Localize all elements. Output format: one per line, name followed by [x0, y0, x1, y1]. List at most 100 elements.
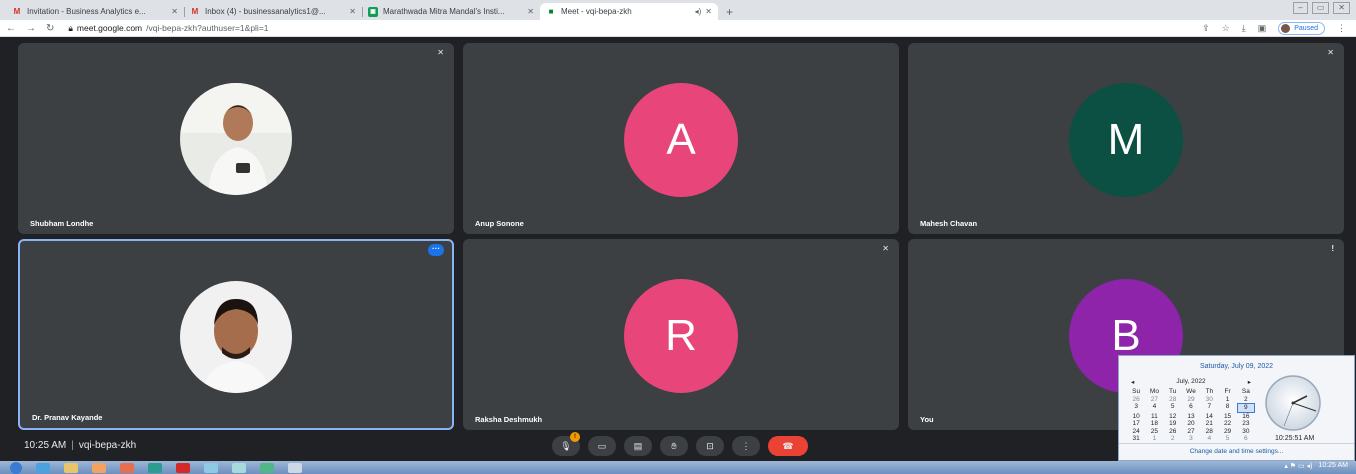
restore-icon[interactable]: ▭: [1311, 2, 1330, 14]
close-icon[interactable]: ✕: [705, 7, 712, 16]
firefox-icon[interactable]: [120, 462, 134, 473]
calendar-day[interactable]: 10: [1127, 413, 1145, 421]
minimize-icon[interactable]: ‒: [1293, 2, 1308, 14]
url-field[interactable]: 🔒︎ meet.google.com/vqi-bepa-zkh?authuser…: [68, 23, 268, 34]
calendar-day[interactable]: 30: [1200, 396, 1218, 404]
calendar-day[interactable]: 17: [1127, 420, 1145, 428]
calendar-day[interactable]: 23: [1237, 420, 1255, 428]
calendar-day[interactable]: 14: [1200, 413, 1218, 421]
participant-tile[interactable]: ✕ Shubham Londhe: [18, 43, 454, 234]
calendar-day[interactable]: 4: [1200, 435, 1218, 443]
more-options-button[interactable]: ⋮: [732, 436, 760, 456]
browser-tab-active[interactable]: ■ Meet - vqi-bepa-zkh ◂) ✕: [540, 3, 718, 20]
bookmark-star-icon[interactable]: ☆: [1222, 23, 1230, 34]
browser-tab[interactable]: M Inbox (4) - businessanalytics1@... ✕: [184, 3, 362, 20]
calendar-day[interactable]: 6: [1182, 403, 1200, 413]
calendar-day[interactable]: 8: [1218, 403, 1236, 413]
app-icon[interactable]: [204, 462, 218, 473]
meeting-info: 10:25 AM | vqi-bepa-zkh: [24, 440, 136, 451]
calendar-day[interactable]: 21: [1200, 420, 1218, 428]
download-icon[interactable]: ⤓: [1242, 23, 1246, 34]
app-icon[interactable]: [176, 462, 190, 473]
taskbar-clock[interactable]: 10:25 AM: [1318, 462, 1348, 470]
close-icon[interactable]: ✕: [349, 7, 356, 16]
calendar-day[interactable]: 18: [1145, 420, 1163, 428]
calendar-month[interactable]: July, 2022: [1176, 378, 1205, 386]
calendar-day[interactable]: 2: [1164, 435, 1182, 443]
separator: |: [71, 440, 74, 451]
tab-title: Meet - vqi-bepa-zkh: [561, 7, 632, 16]
chrome-icon[interactable]: [148, 462, 162, 473]
profile-button[interactable]: Paused: [1278, 22, 1325, 35]
calendar-day[interactable]: 19: [1164, 420, 1182, 428]
app-icon[interactable]: [288, 462, 302, 473]
back-icon[interactable]: ←: [6, 23, 16, 34]
ie-icon[interactable]: [36, 462, 50, 473]
calendar-day[interactable]: 5: [1218, 435, 1236, 443]
close-icon[interactable]: ✕: [527, 7, 534, 16]
calendar-day[interactable]: 13: [1182, 413, 1200, 421]
calendar-day[interactable]: 6: [1237, 435, 1255, 443]
calendar-day[interactable]: 27: [1145, 396, 1163, 404]
browser-tab[interactable]: ▣ Marathwada Mitra Mandal's Insti... ✕: [362, 3, 540, 20]
tray-icons[interactable]: ▴ ⚑ ▭ ◂): [1284, 462, 1312, 470]
side-panel-icon[interactable]: ▣: [1258, 23, 1267, 34]
calendar-day[interactable]: 11: [1145, 413, 1163, 421]
new-tab-button[interactable]: +: [726, 3, 733, 20]
camera-button[interactable]: ▭: [588, 436, 616, 456]
calendar-day[interactable]: 7: [1200, 403, 1218, 413]
calendar-day[interactable]: 26: [1127, 396, 1145, 404]
media-player-icon[interactable]: [92, 462, 106, 473]
close-icon[interactable]: ✕: [171, 7, 178, 16]
participant-tile[interactable]: ✕ R Raksha Deshmukh: [463, 239, 899, 430]
microphone-button[interactable]: 🎙︎ !: [552, 432, 580, 456]
calendar-day[interactable]: 1: [1145, 435, 1163, 443]
calendar-day[interactable]: 2: [1237, 396, 1255, 404]
calendar-day[interactable]: 31: [1127, 435, 1145, 443]
calendar-day[interactable]: 30: [1237, 428, 1255, 436]
browser-tab[interactable]: M Invitation - Business Analytics e... ✕: [6, 3, 184, 20]
calendar-day[interactable]: 9: [1236, 403, 1255, 413]
calendar-day[interactable]: 28: [1164, 396, 1182, 404]
app-icon[interactable]: [260, 462, 274, 473]
calendar-day[interactable]: 24: [1127, 428, 1145, 436]
calendar-day[interactable]: 12: [1164, 413, 1182, 421]
raise-hand-button[interactable]: ✋︎: [660, 436, 688, 456]
explorer-icon[interactable]: [64, 462, 78, 473]
calendar-day[interactable]: 15: [1218, 413, 1236, 421]
calendar-day[interactable]: 26: [1164, 428, 1182, 436]
start-icon[interactable]: [10, 461, 22, 474]
change-date-time-link[interactable]: Change date and time settings...: [1119, 443, 1354, 455]
forward-icon[interactable]: →: [26, 23, 36, 34]
close-window-icon[interactable]: ✕: [1333, 2, 1350, 14]
menu-icon[interactable]: ⋮: [1337, 23, 1346, 34]
app-icon[interactable]: [232, 462, 246, 473]
prev-month-icon[interactable]: ◂: [1131, 378, 1134, 386]
participant-tile[interactable]: A Anup Sonone: [463, 43, 899, 234]
share-icon[interactable]: ⇪: [1202, 23, 1210, 34]
weekday-label: Mo: [1149, 388, 1159, 395]
next-month-icon[interactable]: ▸: [1248, 378, 1251, 386]
calendar-day[interactable]: 28: [1200, 428, 1218, 436]
participant-tile-active[interactable]: ··· Dr. Pranav Kayande: [18, 239, 454, 430]
more-options-icon[interactable]: ···: [428, 244, 444, 256]
calendar-day[interactable]: 29: [1218, 428, 1236, 436]
calendar-day[interactable]: 3: [1182, 435, 1200, 443]
calendar-day[interactable]: 1: [1218, 396, 1236, 404]
calendar-day[interactable]: 3: [1127, 403, 1145, 413]
captions-button[interactable]: ▤: [624, 436, 652, 456]
calendar-day[interactable]: 25: [1145, 428, 1163, 436]
calendar-day[interactable]: 20: [1182, 420, 1200, 428]
participant-tile[interactable]: ✕ M Mahesh Chavan: [908, 43, 1344, 234]
participant-name: Dr. Pranav Kayande: [32, 413, 103, 422]
calendar-day[interactable]: 5: [1164, 403, 1182, 413]
calendar-grid: Su Mo Tu We Th Fr Sa 26 27 28 29 30 1 2 3 4 5 6 7 8 9 10 11 12 1…: [1127, 388, 1255, 443]
calendar-day[interactable]: 27: [1182, 428, 1200, 436]
calendar-day[interactable]: 16: [1237, 413, 1255, 421]
leave-call-button[interactable]: ☎︎: [768, 436, 808, 456]
reload-icon[interactable]: ↻: [46, 23, 54, 34]
calendar-day[interactable]: 29: [1182, 396, 1200, 404]
calendar-day[interactable]: 4: [1145, 403, 1163, 413]
present-button[interactable]: ⊡: [696, 436, 724, 456]
calendar-day[interactable]: 22: [1218, 420, 1236, 428]
